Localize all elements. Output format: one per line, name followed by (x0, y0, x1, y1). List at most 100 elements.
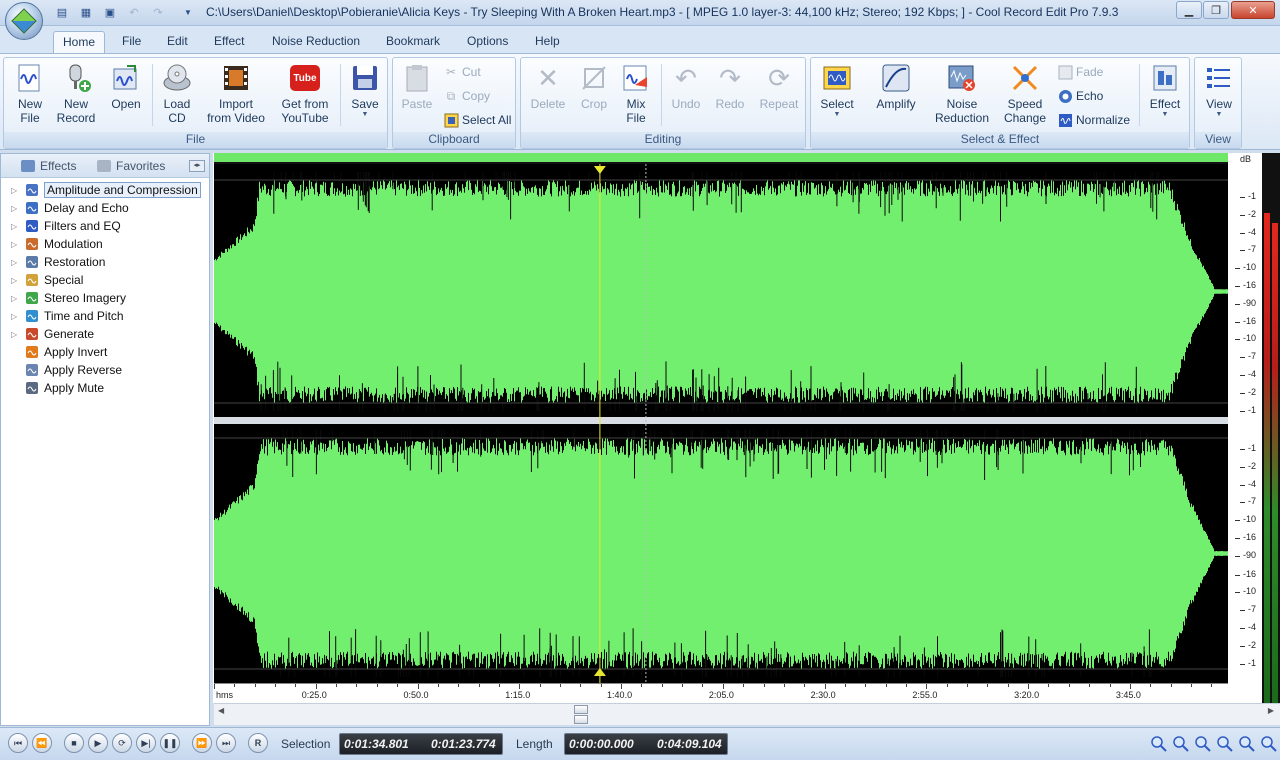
expand-arrow-icon[interactable]: ▷ (11, 222, 20, 231)
echo-button[interactable]: Echo (1057, 86, 1103, 106)
effect-button[interactable]: Effect ▼ (1145, 62, 1185, 130)
repeat-button[interactable]: ⟳ Repeat (757, 62, 801, 130)
save-dropdown-icon[interactable]: ▼ (362, 111, 369, 119)
amplify-button[interactable]: Amplify (871, 62, 921, 130)
save-button[interactable]: Save ▼ (346, 62, 384, 130)
tab-bookmark[interactable]: Bookmark (377, 31, 449, 54)
expand-arrow-icon[interactable]: ▷ (11, 204, 20, 213)
length-display[interactable]: 0:00:00.000 0:04:09.104 (564, 733, 728, 755)
zoom-thumb[interactable] (574, 715, 588, 724)
delete-button[interactable]: ✕ Delete (527, 62, 569, 130)
time-ruler[interactable]: hms 0:25.0 0:50.0 1:15.0 1:40.0 2:05.0 2:30.0… (214, 683, 1228, 703)
tab-effect[interactable]: Effect (205, 31, 253, 54)
loop-icon[interactable]: ⟳ (112, 733, 132, 753)
record-button[interactable]: R (248, 733, 268, 753)
tab-file[interactable]: File (113, 31, 150, 54)
tree-item[interactable]: ▷ Filters and EQ (1, 217, 209, 235)
cut-button[interactable]: ✂ Cut (443, 62, 481, 82)
tree-item[interactable]: ▷ Generate (1, 325, 209, 343)
qa-redo-icon[interactable]: ↷ (149, 4, 167, 20)
expand-arrow-icon[interactable]: ▷ (11, 258, 20, 267)
new-file-button[interactable]: New File (10, 62, 50, 130)
cursor-marker-icon[interactable] (593, 668, 606, 676)
waveform-view[interactable] (214, 153, 1228, 683)
load-cd-button[interactable]: Load CD (157, 62, 197, 130)
expand-arrow-icon[interactable]: ▷ (11, 330, 20, 339)
speed-change-button[interactable]: Speed Change (1001, 62, 1049, 130)
fade-button[interactable]: Fade (1057, 62, 1103, 82)
undo-button[interactable]: ↶ Undo (667, 62, 705, 130)
tab-edit[interactable]: Edit (158, 31, 197, 54)
cursor-marker-icon[interactable] (593, 166, 606, 174)
horizontal-scrollbar[interactable]: ◀ ▶ (214, 703, 1280, 725)
tab-help[interactable]: Help (526, 31, 569, 54)
noise-reduction-button[interactable]: Noise Reduction (933, 62, 991, 130)
application-menu-button[interactable] (5, 2, 43, 40)
select-button[interactable]: Select ▼ (817, 62, 857, 130)
zoom-out-icon[interactable] (1172, 735, 1190, 753)
select-all-button[interactable]: Select All (443, 110, 511, 130)
tree-item[interactable]: ▷ Stereo Imagery (1, 289, 209, 307)
mix-file-button[interactable]: Mix File (619, 62, 653, 130)
select-dropdown-icon[interactable]: ▼ (834, 111, 841, 119)
fast-forward-icon[interactable]: ⏩ (192, 733, 212, 753)
scroll-left-icon[interactable]: ◀ (218, 706, 224, 715)
go-to-end-icon[interactable]: ⏭ (216, 733, 236, 753)
expand-arrow-icon[interactable]: ▷ (11, 240, 20, 249)
zoom-selection-icon[interactable] (1194, 735, 1212, 753)
tree-item[interactable]: ▷ Delay and Echo (1, 199, 209, 217)
tree-item[interactable]: ▷ Time and Pitch (1, 307, 209, 325)
expand-arrow-icon[interactable]: ▷ (11, 312, 20, 321)
tab-options[interactable]: Options (458, 31, 517, 54)
crop-button[interactable]: Crop (575, 62, 613, 130)
expand-arrow-icon[interactable]: ▷ (11, 294, 20, 303)
expand-arrow-icon[interactable]: ▷ (11, 186, 20, 195)
get-from-youtube-button[interactable]: Tube Get from YouTube (276, 62, 334, 130)
qa-save-icon[interactable]: ▣ (101, 4, 119, 20)
view-dropdown-icon[interactable]: ▼ (1216, 111, 1223, 119)
pause-icon[interactable]: ❚❚ (160, 733, 180, 753)
play-icon[interactable]: ▶ (88, 733, 108, 753)
go-to-start-icon[interactable]: ⏮ (8, 733, 28, 753)
zoom-vertical-out-icon[interactable] (1260, 735, 1278, 753)
open-button[interactable]: Open (106, 62, 146, 130)
qa-open-icon[interactable]: ▦ (77, 4, 95, 20)
zoom-vertical-in-icon[interactable] (1238, 735, 1256, 753)
tree-item[interactable]: Apply Mute (1, 379, 209, 397)
stop-icon[interactable]: ■ (64, 733, 84, 753)
tree-item[interactable]: ▷ Special (1, 271, 209, 289)
tree-item[interactable]: ▷ Modulation (1, 235, 209, 253)
selection-display[interactable]: 0:01:34.801 0:01:23.774 (339, 733, 503, 755)
zoom-full-icon[interactable] (1216, 735, 1234, 753)
close-button[interactable]: ✕ (1231, 1, 1275, 19)
effect-dropdown-icon[interactable]: ▼ (1162, 111, 1169, 119)
tree-item[interactable]: ▷ Amplitude and Compression (1, 181, 209, 199)
qa-new-icon[interactable]: ▤ (53, 4, 71, 20)
qa-customize-icon[interactable]: ▼ (179, 4, 197, 20)
maximize-button[interactable]: ❐ (1203, 1, 1229, 19)
redo-button[interactable]: ↷ Redo (711, 62, 749, 130)
zoom-in-icon[interactable] (1150, 735, 1168, 753)
tab-effects[interactable]: Effects (21, 159, 76, 173)
new-record-button[interactable]: New Record (54, 62, 98, 130)
tab-favorites[interactable]: Favorites (97, 159, 165, 173)
tab-noise-reduction[interactable]: Noise Reduction (263, 31, 369, 54)
play-selection-icon[interactable]: ▶| (136, 733, 156, 753)
normalize-button[interactable]: Normalize (1057, 110, 1130, 130)
tab-home[interactable]: Home (53, 31, 106, 54)
copy-button[interactable]: ⧉ Copy (443, 86, 490, 106)
scroll-thumb[interactable] (574, 705, 588, 714)
qa-undo-icon[interactable]: ↶ (125, 4, 143, 20)
import-from-video-button[interactable]: Import from Video (204, 62, 268, 130)
tree-item[interactable]: Apply Invert (1, 343, 209, 361)
minimize-button[interactable]: ▁ (1176, 1, 1202, 19)
tree-item[interactable]: Apply Reverse (1, 361, 209, 379)
rewind-icon[interactable]: ⏪ (32, 733, 52, 753)
tree-item[interactable]: ▷ Restoration (1, 253, 209, 271)
expand-arrow-icon[interactable]: ▷ (11, 276, 20, 285)
paste-button[interactable]: Paste (397, 62, 437, 130)
view-button[interactable]: View ▼ (1199, 62, 1239, 130)
panel-collapse-icon[interactable]: ◂▸ (189, 160, 205, 172)
tree-item-label: Restoration (44, 255, 106, 269)
scroll-right-icon[interactable]: ▶ (1268, 706, 1274, 715)
